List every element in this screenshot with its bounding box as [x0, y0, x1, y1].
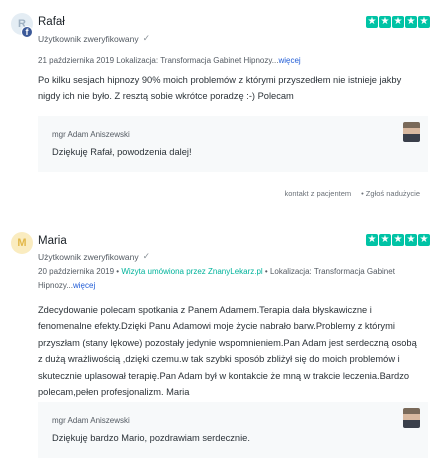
visit-booked-label: Wizyta umówiona przez ZnanyLekarz.pl	[121, 267, 263, 276]
star-icon: ★	[379, 16, 391, 28]
reply-author: mgr Adam Aniszewski	[52, 416, 130, 425]
star-icon: ★	[405, 234, 417, 246]
review-date: 21 października 2019	[38, 56, 115, 65]
star-icon: ★	[418, 234, 430, 246]
rating-stars: ★ ★ ★ ★ ★	[366, 16, 430, 28]
review-text: Zdecydowanie polecam spotkania z Panem A…	[38, 305, 417, 398]
more-link[interactable]: więcej	[73, 281, 95, 290]
star-icon: ★	[366, 234, 378, 246]
star-icon: ★	[392, 16, 404, 28]
star-icon: ★	[366, 16, 378, 28]
verified-status: Użytkownik zweryfikowany ✓	[38, 33, 150, 44]
check-icon: ✓	[142, 251, 151, 261]
doctor-reply: mgr Adam Aniszewski Dziękuję bardzo Mari…	[38, 402, 428, 458]
doctor-reply: mgr Adam Aniszewski Dziękuję Rafał, powo…	[38, 116, 428, 172]
avatar: M	[11, 232, 33, 254]
reply-text: Dziękuję bardzo Mario, pozdrawiam serdec…	[52, 433, 250, 443]
more-link[interactable]: więcej	[278, 56, 300, 65]
review-text: Po kilku sesjach hipnozy 90% moich probl…	[38, 75, 402, 102]
review-date: 20 października 2019	[38, 267, 115, 276]
location-name: Transformacja Gabinet Hipnozy...	[160, 56, 279, 65]
report-abuse-label: Zgłoś nadużycie	[365, 189, 420, 198]
verified-status: Użytkownik zweryfikowany ✓	[38, 251, 150, 262]
doctor-photo	[403, 408, 420, 428]
report-abuse-link[interactable]: • Zgłoś nadużycie	[361, 189, 420, 198]
verified-label: Użytkownik zweryfikowany	[38, 251, 139, 262]
star-icon: ★	[379, 234, 391, 246]
review-actions: kontakt z pacjentem • Zgłoś nadużycie	[0, 189, 420, 198]
doctor-photo	[403, 122, 420, 142]
review-meta: 21 października 2019 Lokalizacja: Transf…	[38, 54, 398, 68]
reviewer-name: Maria	[38, 235, 67, 247]
reply-text: Dziękuję Rafał, powodzenia dalej!	[52, 147, 192, 157]
rating-stars: ★ ★ ★ ★ ★	[366, 234, 430, 246]
reviewer-name: Rafał	[38, 16, 65, 28]
facebook-badge-icon: f	[21, 26, 33, 38]
reply-author: mgr Adam Aniszewski	[52, 130, 130, 139]
flag-icon: •	[361, 189, 364, 198]
check-icon: ✓	[142, 33, 151, 43]
star-icon: ★	[418, 16, 430, 28]
contact-patient-link[interactable]: kontakt z pacjentem	[284, 189, 351, 198]
star-icon: ★	[392, 234, 404, 246]
verified-label: Użytkownik zweryfikowany	[38, 33, 139, 44]
location-label: Lokalizacja:	[116, 56, 159, 65]
star-icon: ★	[405, 16, 417, 28]
location-label: Lokalizacja:	[269, 267, 312, 276]
review-meta: 20 października 2019 • Wizyta umówiona p…	[38, 267, 395, 290]
